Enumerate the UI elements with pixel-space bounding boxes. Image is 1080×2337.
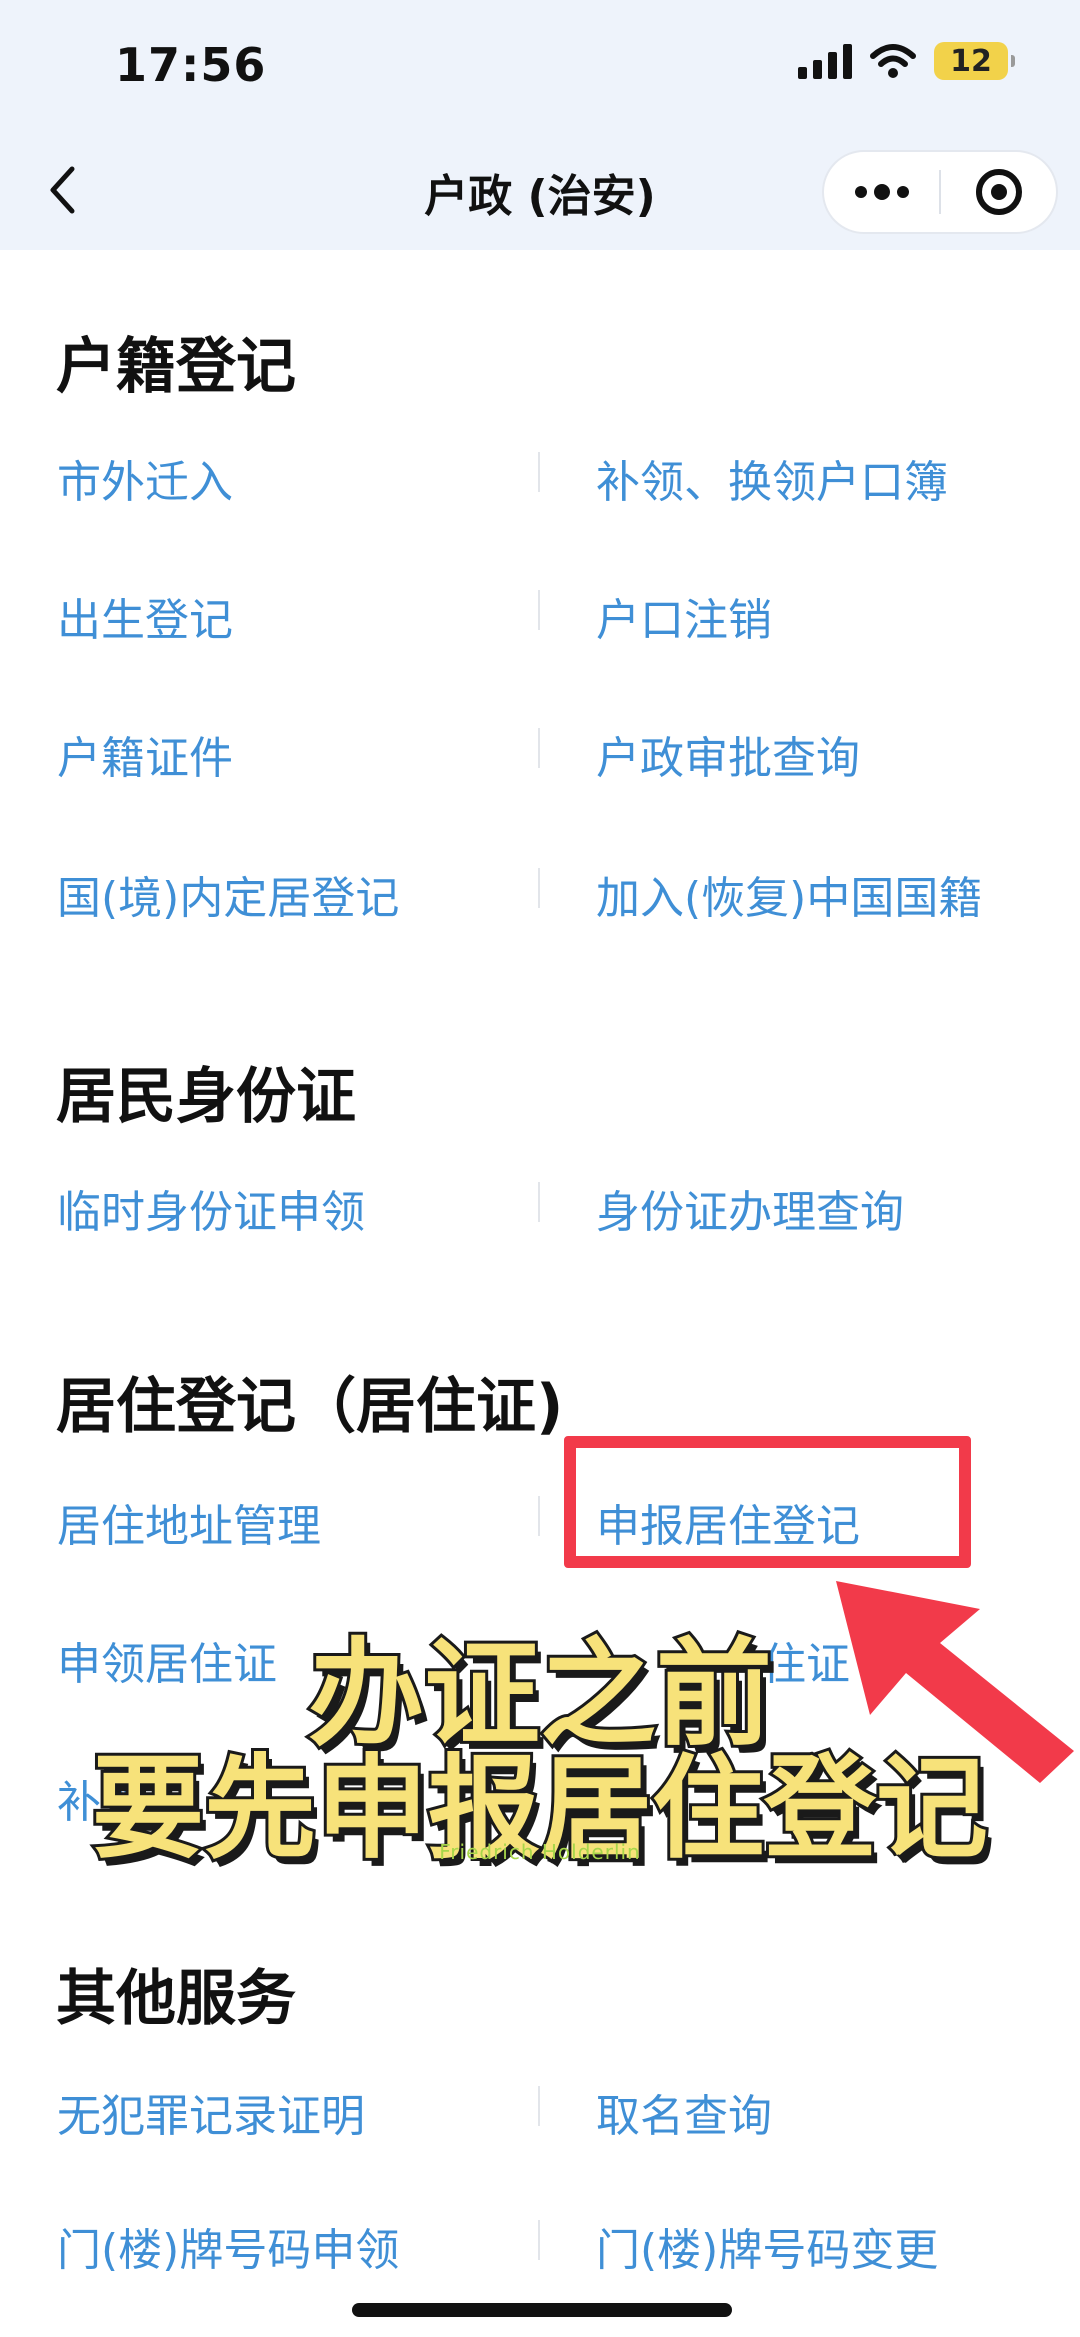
status-icons: 12 xyxy=(798,42,1015,80)
link-address-management[interactable]: 居住地址管理 xyxy=(57,1490,321,1554)
link-hukou-documents[interactable]: 户籍证件 xyxy=(57,722,233,786)
close-button[interactable] xyxy=(941,152,1056,232)
divider xyxy=(538,728,540,768)
link-nationality[interactable]: 加入(恢复)中国国籍 xyxy=(596,862,982,926)
divider xyxy=(538,868,540,908)
watermark: Friedrich Holderlin xyxy=(439,1840,641,1864)
target-circle-icon xyxy=(975,169,1022,215)
section-title-id-card: 居民身份证 xyxy=(56,1062,356,1132)
link-reissue-hukou-book[interactable]: 补领、换领户口簿 xyxy=(596,446,948,510)
page: 17:56 12 户政 (治安) 户籍登记 市外迁入 补领、换领户口簿 出生登记… xyxy=(0,0,1080,2337)
link-move-in[interactable]: 市外迁入 xyxy=(57,446,233,510)
link-approval-query[interactable]: 户政审批查询 xyxy=(596,722,860,786)
link-door-plate-change[interactable]: 门(楼)牌号码变更 xyxy=(596,2214,938,2278)
link-settlement-registration[interactable]: 国(境)内定居登记 xyxy=(57,862,399,926)
divider xyxy=(538,2220,540,2260)
link-hukou-cancel[interactable]: 户口注销 xyxy=(596,584,772,648)
link-no-criminal-record[interactable]: 无犯罪记录证明 xyxy=(57,2080,365,2144)
link-declare-residence[interactable]: 申报居住登记 xyxy=(596,1490,860,1554)
divider xyxy=(538,1182,540,1222)
link-birth-registration[interactable]: 出生登记 xyxy=(57,584,233,648)
mini-program-capsule xyxy=(822,150,1058,234)
link-door-plate-apply[interactable]: 门(楼)牌号码申领 xyxy=(57,2214,399,2278)
link-id-card-query[interactable]: 身份证办理查询 xyxy=(596,1176,904,1240)
more-dots-icon xyxy=(854,184,909,200)
section-title-other: 其他服务 xyxy=(56,1964,296,2034)
more-button[interactable] xyxy=(824,152,939,232)
link-name-query[interactable]: 取名查询 xyxy=(596,2080,772,2144)
divider xyxy=(538,1496,540,1536)
status-time: 17:56 xyxy=(115,38,267,92)
battery-icon: 12 xyxy=(934,42,1015,80)
signal-icon xyxy=(798,43,852,79)
divider xyxy=(538,2086,540,2126)
header: 17:56 12 户政 (治安) xyxy=(0,0,1080,250)
divider xyxy=(538,452,540,492)
link-temp-id-card[interactable]: 临时身份证申领 xyxy=(57,1176,365,1240)
wifi-icon xyxy=(870,44,916,78)
battery-level: 12 xyxy=(950,43,992,79)
home-indicator xyxy=(352,2303,732,2317)
section-title-household: 户籍登记 xyxy=(56,332,296,402)
section-title-residence: 居住登记（居住证) xyxy=(56,1372,564,1442)
divider xyxy=(538,590,540,630)
